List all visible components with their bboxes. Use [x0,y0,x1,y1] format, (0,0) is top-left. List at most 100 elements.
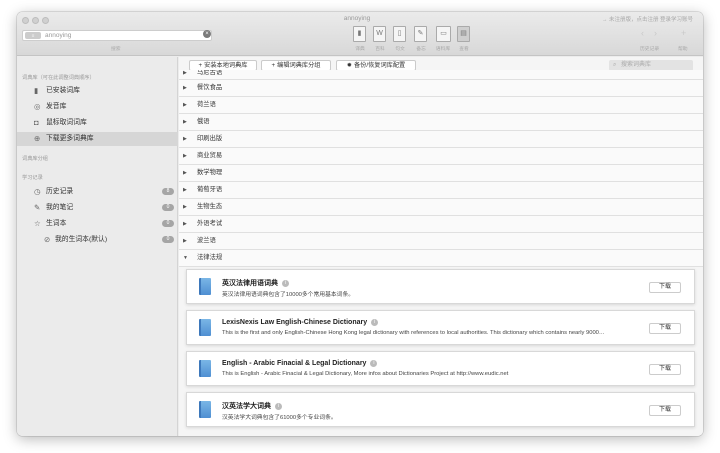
sidebar-item-notes[interactable]: ✎ 我的笔记 0 [17,201,178,215]
sidebar-item-label: 我的生词本(默认) [55,236,108,243]
info-icon[interactable]: i [282,280,289,287]
expand-arrow-icon: ▶ [183,204,187,210]
expand-arrow-icon: ▶ [183,136,187,142]
tag-icon: ⊘ [44,235,51,244]
tool-label-6: 查看 [459,47,469,52]
dictionary-description: 英汉法律用语词典包含了10000多个常用基本词条。 [222,292,355,298]
category-row[interactable]: ▶ 俄语 [179,114,703,131]
tool-label-2: 百科 [375,47,385,52]
expand-arrow-icon: ▶ [183,221,187,227]
category-row[interactable]: ▶ 外语考试 [179,216,703,233]
collapse-arrow-icon: ▼ [183,255,188,261]
download-button[interactable]: 下载 [649,405,681,416]
main-panel: + 安装本地词典库 + 编辑词典库分组 ✹ 备份/恢复词库配置 ⌕ 搜索词典库 ▶ 马尼古… [179,57,703,436]
section-dictionaries: 词典库（可在此调整词典顺序） [22,75,95,81]
download-button[interactable]: 下载 [649,282,681,293]
search-mode-icon[interactable]: ≡ [25,32,41,39]
expand-arrow-icon: ▶ [183,102,187,108]
info-icon[interactable]: i [370,360,378,367]
zoom-window-button[interactable] [42,17,49,24]
info-icon[interactable]: i [275,403,282,410]
history-nav-label: 历史记录 [640,47,660,52]
window-title: annoying [343,15,371,22]
forward-icon[interactable]: › [654,28,657,38]
view-icon[interactable]: ▤ [457,26,470,42]
speaker-icon: ◎ [34,102,41,111]
category-row[interactable]: ▶ 印刷出版 [179,131,703,148]
dictionary-book-icon [199,360,211,377]
dictionary-description: This is English - Arabic Finacial & Lega… [222,371,509,377]
note-icon[interactable]: ✎ [414,26,427,42]
category-row[interactable]: ▶ 商业贸易 [179,148,703,165]
sidebar-item-download-more[interactable]: ⊕ 下载更多词典库 [17,132,178,146]
dictionary-book-icon [199,278,211,295]
expand-arrow-icon: ▶ [183,119,187,125]
toolbar: annoying → 未注册版，点击注册 登录学习账号 ≡ annoying ×… [17,12,703,56]
help-label[interactable]: 帮助 [678,45,688,52]
download-icon: ⊕ [34,134,41,143]
download-button[interactable]: 下载 [649,323,681,334]
section-groups: 词典库分组 [22,156,48,162]
sidebar-item-label: 鼠标取词词库 [46,119,87,126]
dictionary-title: LexisNexis Law English-Chinese Dictionar… [222,319,368,326]
sidebar-item-label: 历史记录 [46,188,74,195]
pencil-icon: ✎ [34,203,41,212]
dictionary-card: 汉英法学大词典 i 汉英法学大词典包含了61000多个专业词条。 下载 [186,392,695,427]
star-icon: ☆ [34,219,41,228]
dictionary-card: LexisNexis Law English-Chinese Dictionar… [186,310,695,345]
expand-arrow-icon: ▶ [183,238,187,244]
category-row[interactable]: ▶ 餐饮食品 [179,80,703,97]
category-row[interactable]: ▶ 葡萄牙语 [179,182,703,199]
sidebar: 词典库（可在此调整词典顺序） ▮ 已安装词库 ◎ 发音库 ◘ 鼠标取词词库 ⊕ … [17,57,178,436]
clear-search-icon[interactable]: × [203,30,211,38]
count-badge: 0 [162,204,174,211]
sidebar-item-label: 下载更多词典库 [46,135,94,142]
clock-icon: ◷ [34,187,41,196]
dictionary-card: English - Arabic Finacial & Legal Dictio… [186,351,695,386]
tool-label-4: 备忘 [416,47,426,52]
register-login-link[interactable]: → 未注册版，点击注册 登录学习账号 [602,15,693,23]
sidebar-item-vocabulary[interactable]: ☆ 生词本 0 [17,217,178,231]
sidebar-item-pronunciation[interactable]: ◎ 发音库 [17,100,178,114]
app-window: annoying → 未注册版，点击注册 登录学习账号 ≡ annoying ×… [17,12,703,436]
book-icon: ▮ [34,86,39,95]
add-icon[interactable]: + [681,28,686,38]
category-row[interactable]: ▶ 数学物理 [179,165,703,182]
dictionary-title: 汉英法学大词典 [222,403,271,410]
download-button[interactable]: 下载 [649,364,681,375]
search-field[interactable]: ≡ annoying [22,30,212,41]
word-icon[interactable]: W [373,26,386,42]
search-input[interactable]: annoying [45,31,71,40]
doc-icon[interactable]: ▯ [393,26,406,42]
tool-label-5: 语料库 [435,47,451,52]
dictionary-description: This is the first and only English-Chine… [222,330,605,336]
mouse-icon: ◘ [34,118,39,127]
sidebar-item-label: 发音库 [46,103,67,110]
category-row-expanded[interactable]: ▼ 法律法规 [179,250,703,267]
sidebar-item-default-vocab[interactable]: ⊘ 我的生词本(默认) 0 [17,233,178,247]
sidebar-item-label: 我的笔记 [46,204,74,211]
category-row[interactable]: ▶ 马尼古语 [179,70,703,80]
category-row[interactable]: ▶ 生物生态 [179,199,703,216]
sidebar-item-label: 生词本 [46,220,67,227]
category-row[interactable]: ▶ 荷兰语 [179,97,703,114]
category-row[interactable]: ▶ 波兰语 [179,233,703,250]
expand-arrow-icon: ▶ [183,153,187,159]
sidebar-item-mouse-lookup[interactable]: ◘ 鼠标取词词库 [17,116,178,130]
book-icon[interactable]: ▮ [353,26,366,42]
count-badge: 8 [162,188,174,195]
dictionary-description: 汉英法学大词典包含了61000多个专业词条。 [222,415,337,421]
section-study: 学习记录 [22,175,43,181]
corpus-icon[interactable]: ▭ [436,26,451,42]
tool-label-3: 句文 [395,47,405,52]
plus-icon: + [271,62,276,69]
dictionary-title: English - Arabic Finacial & Legal Dictio… [222,360,367,367]
minimize-window-button[interactable] [32,17,39,24]
expand-arrow-icon: ▶ [183,70,187,76]
info-icon[interactable]: i [371,319,379,326]
sidebar-item-installed[interactable]: ▮ 已安装词库 [17,84,178,98]
sidebar-item-label: 已安装词库 [46,87,80,94]
back-icon[interactable]: ‹ [641,28,644,38]
close-window-button[interactable] [22,17,29,24]
sidebar-item-history[interactable]: ◷ 历史记录 8 [17,185,178,199]
